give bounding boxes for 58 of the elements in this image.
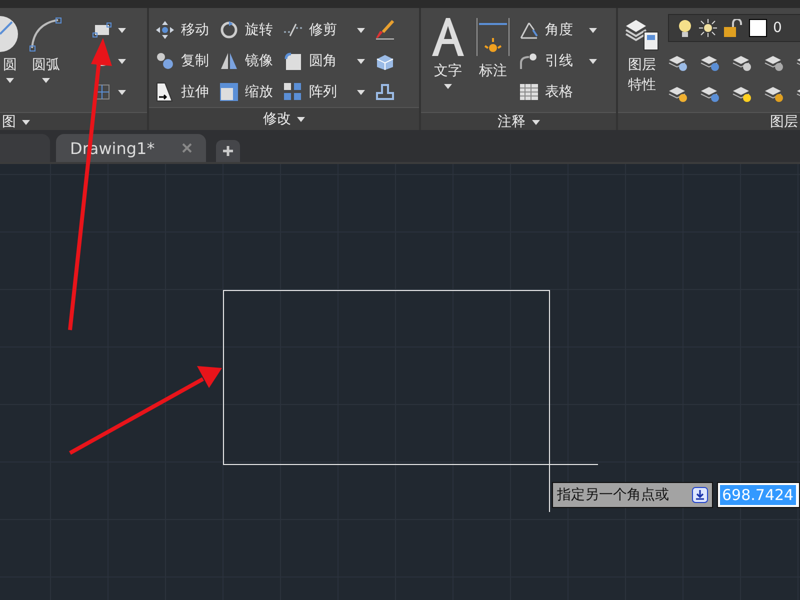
- command-prompt: 指定另一个角点或: [557, 486, 670, 504]
- tool-button[interactable]: 表格: [519, 82, 597, 102]
- close-icon[interactable]: [182, 143, 192, 153]
- lightbulb-icon: [677, 19, 693, 37]
- tool-button[interactable]: 引线: [519, 51, 597, 71]
- tool-button[interactable]: 复制: [155, 51, 209, 71]
- tool-button[interactable]: [92, 20, 126, 40]
- tool-button[interactable]: 缩放: [219, 82, 273, 102]
- brush-icon: [375, 20, 395, 40]
- layer-properties-button[interactable]: 图层特性: [624, 12, 660, 108]
- crosshair-cursor: [549, 464, 598, 512]
- offset-shape-icon: [375, 82, 395, 102]
- move-icon: [155, 20, 175, 40]
- tool-button[interactable]: [375, 82, 395, 102]
- unlock-icon: [723, 19, 743, 37]
- copy-icon: [155, 51, 175, 71]
- tool-button[interactable]: 拉伸: [155, 82, 209, 102]
- sun-icon: [699, 19, 717, 37]
- rotate-icon: [219, 20, 239, 40]
- table-icon: [519, 82, 539, 102]
- panel-title[interactable]: 注释: [498, 113, 526, 130]
- fillet-icon: [283, 51, 303, 71]
- tool-button[interactable]: 修剪: [283, 20, 365, 40]
- panel-title[interactable]: 图: [2, 113, 16, 130]
- tool-button[interactable]: 圆角: [283, 51, 365, 71]
- panel-title[interactable]: 修改: [263, 110, 291, 128]
- tool-button[interactable]: 标注: [475, 12, 511, 108]
- tool-button[interactable]: 圆: [0, 12, 20, 108]
- tool-button[interactable]: 阵列: [283, 82, 365, 102]
- tool-button[interactable]: 移动: [155, 20, 209, 40]
- caret-icon: [532, 120, 540, 124]
- dimension-icon: [475, 16, 511, 58]
- tool-button[interactable]: 角度: [519, 20, 597, 40]
- tool-button[interactable]: 文字: [429, 12, 467, 108]
- text-icon: [429, 16, 467, 58]
- layer-dropdown[interactable]: 0: [668, 14, 800, 42]
- color-swatch: [749, 19, 767, 37]
- down-arrow-icon[interactable]: [692, 487, 708, 503]
- leader-icon: [519, 51, 539, 71]
- angle-icon: [519, 20, 539, 40]
- arc-icon: [28, 16, 64, 52]
- caret-icon: [22, 120, 30, 124]
- mirror-icon: [219, 51, 239, 71]
- layer-name: 0: [773, 20, 782, 36]
- array-icon: [283, 82, 303, 102]
- caret-icon: [6, 78, 14, 83]
- tool-button[interactable]: 旋转: [219, 20, 273, 40]
- rectangle-icon: [92, 20, 112, 40]
- tool-button[interactable]: 镜像: [219, 51, 273, 71]
- scale-icon: [219, 82, 239, 102]
- panel-title[interactable]: 图层: [770, 113, 798, 130]
- plus-icon: [222, 145, 234, 157]
- caret-icon: [297, 116, 305, 122]
- tool-button[interactable]: [375, 20, 395, 40]
- stretch-icon: [155, 82, 175, 102]
- tool-button[interactable]: 圆弧: [28, 12, 64, 108]
- new-tab-button[interactable]: [216, 140, 240, 162]
- caret-icon: [42, 78, 50, 83]
